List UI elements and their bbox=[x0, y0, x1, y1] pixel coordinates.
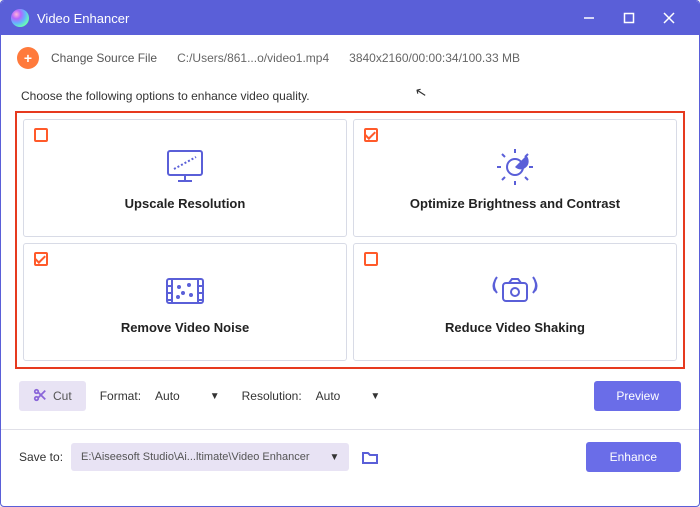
preview-button[interactable]: Preview bbox=[594, 381, 681, 411]
checkbox-shaking[interactable] bbox=[364, 252, 378, 266]
chevron-down-icon: ▼ bbox=[210, 391, 220, 402]
app-logo-icon bbox=[11, 9, 29, 27]
chevron-down-icon: ▼ bbox=[370, 391, 380, 402]
minimize-button[interactable] bbox=[569, 1, 609, 35]
save-to-label: Save to: bbox=[19, 450, 63, 464]
save-path-value: E:\Aiseesoft Studio\Ai...ltimate\Video E… bbox=[81, 451, 309, 463]
enhance-button[interactable]: Enhance bbox=[586, 442, 681, 472]
resolution-label: Resolution: bbox=[242, 389, 302, 403]
format-label: Format: bbox=[100, 389, 141, 403]
option-label: Reduce Video Shaking bbox=[445, 320, 585, 335]
options-grid: Upscale Resolution Optimize Brightness a… bbox=[15, 111, 685, 369]
resolution-dropdown[interactable]: Auto ▼ bbox=[308, 382, 389, 410]
source-meta: 3840x2160/00:00:34/100.33 MB bbox=[349, 51, 520, 65]
sun-icon bbox=[490, 146, 540, 188]
folder-icon bbox=[362, 450, 378, 464]
titlebar: Video Enhancer bbox=[1, 1, 699, 35]
checkbox-upscale[interactable] bbox=[34, 128, 48, 142]
instruction-text: Choose the following options to enhance … bbox=[15, 89, 685, 103]
checkbox-noise[interactable] bbox=[34, 252, 48, 266]
film-icon bbox=[161, 270, 209, 312]
format-field: Format: Auto ▼ bbox=[100, 382, 228, 410]
add-file-icon[interactable]: + bbox=[17, 47, 39, 69]
change-source-button[interactable]: Change Source File bbox=[51, 51, 157, 65]
cut-button[interactable]: Cut bbox=[19, 381, 86, 411]
option-remove-noise[interactable]: Remove Video Noise bbox=[23, 243, 347, 361]
resolution-field: Resolution: Auto ▼ bbox=[242, 382, 389, 410]
option-upscale-resolution[interactable]: Upscale Resolution bbox=[23, 119, 347, 237]
cut-label: Cut bbox=[53, 389, 72, 403]
monitor-icon bbox=[160, 146, 210, 188]
controls-row: Cut Format: Auto ▼ Resolution: Auto ▼ Pr… bbox=[15, 381, 685, 411]
close-button[interactable] bbox=[649, 1, 689, 35]
source-path: C:/Users/861...o/video1.mp4 bbox=[177, 51, 329, 65]
chevron-down-icon: ▼ bbox=[330, 452, 340, 463]
camera-shake-icon bbox=[487, 270, 543, 312]
option-reduce-shaking[interactable]: Reduce Video Shaking bbox=[353, 243, 677, 361]
option-label: Remove Video Noise bbox=[121, 320, 249, 335]
source-row: + Change Source File C:/Users/861...o/vi… bbox=[15, 47, 685, 69]
scissors-icon bbox=[33, 388, 47, 405]
open-folder-button[interactable] bbox=[357, 444, 383, 470]
option-brightness-contrast[interactable]: Optimize Brightness and Contrast bbox=[353, 119, 677, 237]
save-path-dropdown[interactable]: E:\Aiseesoft Studio\Ai...ltimate\Video E… bbox=[71, 443, 349, 471]
format-dropdown[interactable]: Auto ▼ bbox=[147, 382, 228, 410]
resolution-value: Auto bbox=[316, 389, 341, 403]
option-label: Upscale Resolution bbox=[125, 196, 246, 211]
cursor-icon: ↖ bbox=[413, 83, 428, 102]
maximize-button[interactable] bbox=[609, 1, 649, 35]
format-value: Auto bbox=[155, 389, 180, 403]
option-label: Optimize Brightness and Contrast bbox=[410, 196, 620, 211]
checkbox-brightness[interactable] bbox=[364, 128, 378, 142]
app-window: Video Enhancer + Change Source File C:/U… bbox=[0, 0, 700, 507]
app-title: Video Enhancer bbox=[37, 11, 129, 26]
bottom-bar: Save to: E:\Aiseesoft Studio\Ai...ltimat… bbox=[1, 429, 699, 484]
